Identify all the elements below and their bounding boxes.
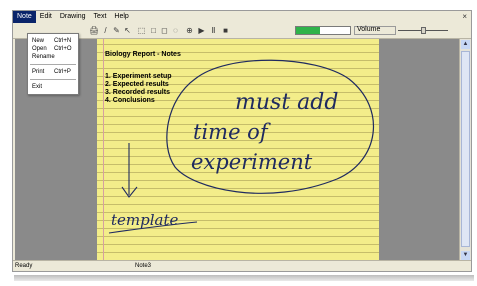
note-area: Biology Report - Notes 1. Experiment set… [15,39,461,261]
menu-separator [30,79,76,80]
scroll-down-icon[interactable]: ▼ [461,251,470,260]
menu-bar: Note Edit Drawing Text Help × [13,11,471,23]
menu-item-label: Open [32,46,47,52]
menu-item-shortcut: Ctrl+O [54,46,72,52]
menu-item-label: Exit [32,84,43,90]
menu-item-label: Rename [32,54,55,60]
scroll-up-icon[interactable]: ▲ [461,40,470,49]
scroll-thumb[interactable] [461,51,470,247]
eraser-icon[interactable]: ◻ [160,26,169,35]
pen-icon[interactable]: / [101,26,110,35]
window-shadow [14,275,474,281]
status-note-name: Note3 [135,263,152,269]
note-paper[interactable]: Biology Report - Notes 1. Experiment set… [97,39,379,261]
shape-icon[interactable]: □ [149,26,158,35]
menu-item-label: Print [32,69,45,75]
menu-note[interactable]: Note [13,11,36,23]
menu-item-exit[interactable]: Exit [32,83,76,91]
pointer-icon[interactable]: ↖ [123,26,132,35]
volume-label: Volume [357,26,381,33]
ink-text-line1: must add [235,90,338,115]
progress-bar [295,26,351,35]
menu-item-shortcut: Ctrl+P [54,69,71,75]
print-icon[interactable]: 🖨 [89,26,99,35]
menu-item-rename[interactable]: Rename [32,53,76,61]
lasso-icon[interactable]: ◌ [171,26,180,35]
status-ready: Ready [15,263,33,269]
menu-edit[interactable]: Edit [36,11,56,23]
menu-item-open[interactable]: Open Ctrl+O [32,45,76,53]
toolbar: 🖨 / ✎ ↖ ⬚ □ ◻ ◌ ⊕ ▶ Ⅱ ■ Volume [13,24,471,39]
menu-item-print[interactable]: Print Ctrl+P [32,68,76,76]
menu-separator [30,64,76,65]
progress-fill [296,27,321,34]
play-icon[interactable]: ▶ [197,26,206,35]
status-bar: Ready Note3 [13,260,471,271]
ink-text-label: template [111,211,178,229]
note-menu-dropdown: New Ctrl+N Open Ctrl+O Rename Print Ctrl… [27,33,79,95]
brush-icon[interactable]: ✎ [112,26,121,35]
menu-text[interactable]: Text [90,11,111,23]
ink-layer: must add time of experiment template [108,59,374,234]
close-icon[interactable]: × [462,11,467,23]
select-icon[interactable]: ⬚ [137,26,146,35]
menu-drawing[interactable]: Drawing [56,11,90,23]
pause-icon[interactable]: Ⅱ [209,26,218,35]
app-window: Note Edit Drawing Text Help × 🖨 / ✎ ↖ ⬚ … [12,10,472,272]
menu-item-shortcut: Ctrl+N [54,38,72,44]
stop-icon[interactable]: ■ [221,26,230,35]
menu-item-label: New [32,38,45,44]
ink-text-line2: time of [193,120,271,144]
vertical-scrollbar[interactable]: ▲ ▼ [459,39,471,261]
volume-slider-thumb[interactable] [421,27,426,34]
record-icon[interactable]: ⊕ [185,26,194,35]
menu-item-new[interactable]: New Ctrl+N [32,37,76,45]
menu-help[interactable]: Help [110,11,132,23]
ink-text-line3: experiment [191,150,313,174]
